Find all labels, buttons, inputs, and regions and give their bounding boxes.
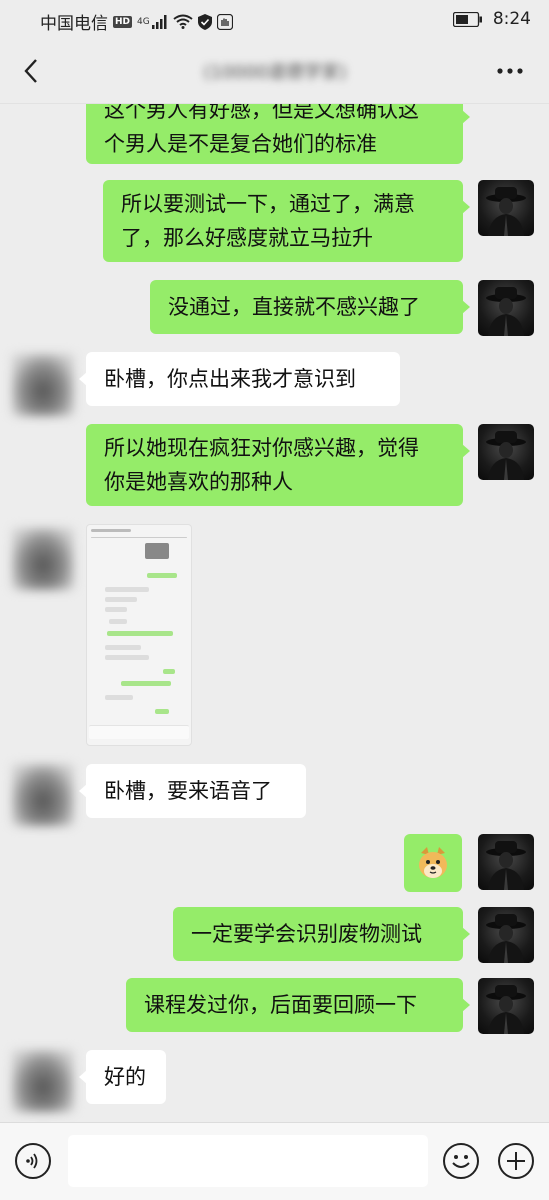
image-detail (155, 709, 169, 714)
wifi-icon (173, 14, 193, 29)
hd-badge: HD (113, 15, 133, 28)
doge-sticker-icon (419, 847, 447, 878)
input-bar (0, 1122, 549, 1200)
emoji-icon (452, 1155, 470, 1168)
image-detail (121, 681, 171, 686)
image-detail (163, 669, 175, 674)
more-button[interactable] (493, 56, 527, 86)
image-detail (105, 607, 127, 612)
hat-man-icon (486, 287, 526, 336)
message-line: 个男人是不是复合她们的标准 (104, 132, 377, 156)
message-line: 卧槽，要来语音了 (104, 779, 272, 803)
status-bar: 中国电信 HD 4G 8:24 (0, 0, 549, 38)
message-line: 一定要学会识别废物测试 (191, 922, 422, 946)
hat-man-icon (486, 841, 526, 890)
avatar-self[interactable] (478, 907, 534, 963)
message-bubble-self[interactable]: 所以要测试一下，通过了，满意 了，那么好感度就立马拉升 (103, 180, 470, 262)
image-detail (105, 655, 149, 660)
message-line: 所以她现在疯狂对你感兴趣，觉得 (104, 436, 419, 460)
hat-man-icon (486, 914, 526, 963)
image-detail (105, 597, 137, 602)
avatar-contact[interactable] (12, 1050, 74, 1112)
hat-man-icon (486, 431, 526, 480)
image-detail (145, 543, 169, 559)
image-detail (105, 587, 149, 592)
image-message[interactable] (86, 524, 192, 746)
image-detail (107, 631, 173, 636)
avatar-self[interactable] (478, 280, 534, 336)
status-left: 中国电信 HD 4G (40, 9, 233, 34)
signal-icon (151, 14, 167, 29)
image-detail (91, 529, 131, 532)
voice-icon (26, 1153, 38, 1169)
avatar-contact[interactable] (12, 764, 74, 826)
avatar-self[interactable] (478, 834, 534, 890)
message-line: 好的 (104, 1065, 146, 1089)
message-bubble-self[interactable]: 这个男人有好感，但是又想确认这 个男人是不是复合她们的标准 (86, 104, 470, 164)
back-button[interactable] (14, 54, 48, 88)
more-dots-icon (497, 68, 523, 74)
shield-icon (197, 13, 212, 30)
voice-button[interactable] (15, 1143, 51, 1179)
hat-man-icon (486, 985, 526, 1034)
status-right: 8:24 (452, 9, 531, 29)
avatar-contact[interactable] (12, 354, 74, 416)
sticker-message[interactable] (404, 834, 462, 892)
image-detail (105, 645, 141, 650)
message-bubble-self[interactable]: 一定要学会识别废物测试 (173, 907, 470, 961)
plus-icon (507, 1152, 525, 1170)
message-input[interactable] (68, 1135, 428, 1187)
chevron-left-icon (24, 59, 37, 83)
message-line: 没通过，直接就不感兴趣了 (168, 295, 420, 319)
image-detail (105, 695, 133, 700)
chat-title: (10000道德学家) (203, 62, 347, 83)
image-detail (109, 619, 127, 624)
image-detail (89, 725, 189, 739)
avatar-self[interactable] (478, 978, 534, 1034)
chat-header: (10000道德学家) (0, 38, 549, 104)
network-label: 4G (137, 16, 150, 27)
message-line: 所以要测试一下，通过了，满意 (121, 192, 415, 216)
chat-message-list[interactable]: 这个男人有好感，但是又想确认这 个男人是不是复合她们的标准 所以要测试一下，通过… (0, 104, 549, 1122)
message-line: 这个男人有好感，但是又想确认这 (104, 104, 419, 122)
carrier-label: 中国电信 (40, 14, 108, 34)
message-line: 课程发过你，后面要回顾一下 (144, 993, 417, 1017)
avatar-contact[interactable] (12, 528, 74, 590)
message-bubble-contact[interactable]: 好的 (79, 1050, 166, 1104)
hand-icon (216, 13, 233, 30)
message-bubble-self[interactable]: 没通过，直接就不感兴趣了 (150, 280, 470, 334)
clock-label: 8:24 (492, 9, 531, 29)
plus-button[interactable] (498, 1143, 534, 1179)
hat-man-icon (486, 187, 526, 236)
battery-icon (452, 11, 482, 27)
avatar-self[interactable] (478, 180, 534, 236)
message-line: 卧槽，你点出来我才意识到 (104, 367, 356, 391)
message-bubble-contact[interactable]: 卧槽，要来语音了 (79, 764, 306, 818)
message-bubble-self[interactable]: 课程发过你，后面要回顾一下 (126, 978, 470, 1032)
message-line: 你是她喜欢的那种人 (104, 470, 293, 494)
emoji-button[interactable] (443, 1143, 479, 1179)
image-detail (91, 537, 187, 538)
message-line: 了，那么好感度就立马拉升 (121, 226, 373, 250)
message-bubble-contact[interactable]: 卧槽，你点出来我才意识到 (79, 352, 400, 406)
image-detail (147, 573, 177, 578)
message-bubble-self[interactable]: 所以她现在疯狂对你感兴趣，觉得 你是她喜欢的那种人 (86, 424, 470, 506)
avatar-self[interactable] (478, 424, 534, 480)
